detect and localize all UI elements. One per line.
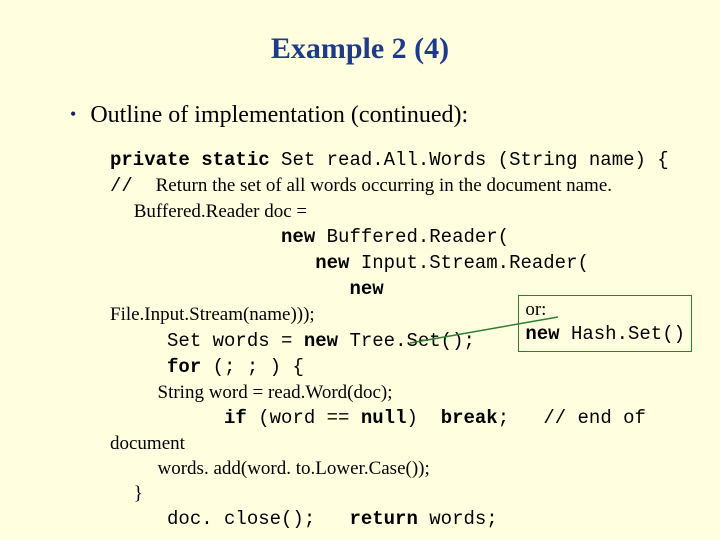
code-line: document bbox=[110, 431, 700, 456]
kw-new: new bbox=[315, 252, 349, 274]
kw-new: new bbox=[525, 323, 559, 345]
kw-new: new bbox=[304, 330, 338, 352]
slide: Example 2 (4) • Outline of implementatio… bbox=[0, 0, 720, 540]
code-line: } bbox=[110, 481, 700, 506]
code-text: Buffered.Reader( bbox=[315, 226, 509, 248]
code-line: if (word == null) break; // end of bbox=[110, 405, 700, 431]
bullet-item: • Outline of implementation (continued): bbox=[70, 102, 700, 129]
annotation-box: or: new Hash.Set() bbox=[518, 295, 692, 352]
code-text: Set read.All.Words (String name) { bbox=[270, 149, 669, 171]
code-text: // bbox=[110, 175, 156, 197]
code-text bbox=[110, 226, 281, 248]
code-line: private static Set read.All.Words (Strin… bbox=[110, 147, 700, 173]
code-block: private static Set read.All.Words (Strin… bbox=[110, 147, 700, 532]
code-line: Buffered.Reader doc = bbox=[110, 199, 700, 224]
code-line: // Return the set of all words occurring… bbox=[110, 173, 700, 199]
kw-return: return bbox=[349, 508, 417, 530]
comment-text: Return the set of all words occurring in… bbox=[156, 175, 612, 196]
code-text bbox=[110, 356, 167, 378]
code-text: doc. close(); bbox=[110, 508, 349, 530]
code-line: for (; ; ) { bbox=[110, 354, 700, 380]
annotation-line2: new Hash.Set() bbox=[525, 322, 685, 347]
code-text: (; ; ) { bbox=[201, 356, 304, 378]
code-text bbox=[110, 252, 315, 274]
kw-new: new bbox=[349, 278, 383, 300]
kw-new: new bbox=[281, 226, 315, 248]
kw-if: if bbox=[224, 407, 247, 429]
code-text bbox=[110, 407, 224, 429]
code-text: Set words = bbox=[110, 330, 304, 352]
code-text: words; bbox=[418, 508, 498, 530]
code-text: ) bbox=[406, 407, 440, 429]
code-line: new Input.Stream.Reader( bbox=[110, 250, 700, 276]
code-line: String word = read.Word(doc); bbox=[110, 380, 700, 405]
kw-for: for bbox=[167, 356, 201, 378]
bullet-dot-icon: • bbox=[70, 104, 76, 125]
comment-text: // end of bbox=[543, 407, 646, 429]
annotation-line1: or: bbox=[525, 298, 685, 322]
code-text: (word == bbox=[247, 407, 361, 429]
annotation-code: Hash.Set() bbox=[560, 323, 685, 345]
code-text: Tree.Set(); bbox=[338, 330, 475, 352]
code-text: ; bbox=[498, 407, 544, 429]
code-line: words. add(word. to.Lower.Case()); bbox=[110, 456, 700, 481]
code-text: Input.Stream.Reader( bbox=[349, 252, 588, 274]
kw-break: break bbox=[441, 407, 498, 429]
code-line: doc. close(); return words; bbox=[110, 506, 700, 532]
kw-private-static: private static bbox=[110, 149, 270, 171]
code-line: new Buffered.Reader( bbox=[110, 224, 700, 250]
kw-null: null bbox=[361, 407, 407, 429]
slide-title: Example 2 (4) bbox=[20, 32, 700, 66]
code-text bbox=[110, 278, 349, 300]
bullet-text: Outline of implementation (continued): bbox=[90, 102, 468, 129]
